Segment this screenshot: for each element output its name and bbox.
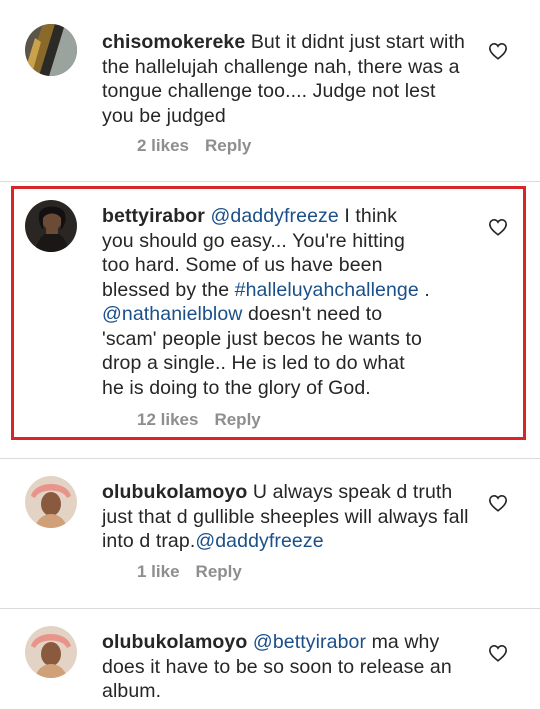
comment-meta: 2 likes Reply (137, 136, 267, 156)
divider (0, 608, 540, 609)
comment-text: chisomokereke But it didnt just start wi… (102, 30, 472, 128)
comment-text: olubukolamoyo U always speak d truth jus… (102, 480, 472, 554)
comment-olubukolamoyo: olubukolamoyo U always speak d truth jus… (0, 460, 540, 610)
divider (0, 458, 540, 459)
heart-outline-icon[interactable] (488, 644, 508, 662)
comment-meta: 1 like Reply (137, 562, 258, 582)
reply-button[interactable]: Reply (196, 562, 242, 581)
comment-chisomokereke: chisomokereke But it didnt just start wi… (0, 0, 540, 180)
likes-count[interactable]: 2 likes (137, 136, 189, 155)
comment-username[interactable]: olubukolamoyo (102, 481, 247, 503)
comment-username[interactable]: chisomokereke (102, 31, 245, 53)
heart-outline-icon[interactable] (488, 494, 508, 512)
avatar[interactable] (25, 24, 77, 76)
comment-olubukolamoyo-2: olubukolamoyo @bettyirabor ma why does i… (0, 610, 540, 709)
heart-outline-icon[interactable] (488, 42, 508, 60)
mention-link[interactable]: @daddyfreeze (195, 530, 323, 552)
comment-text: olubukolamoyo @bettyirabor ma why does i… (102, 630, 472, 704)
highlight-box (11, 186, 526, 440)
reply-button[interactable]: Reply (205, 136, 251, 155)
likes-count[interactable]: 1 like (137, 562, 180, 581)
divider (0, 181, 540, 182)
comment-username[interactable]: olubukolamoyo (102, 631, 247, 653)
avatar[interactable] (25, 626, 77, 678)
avatar[interactable] (25, 476, 77, 528)
mention-link[interactable]: @bettyirabor (253, 631, 366, 653)
